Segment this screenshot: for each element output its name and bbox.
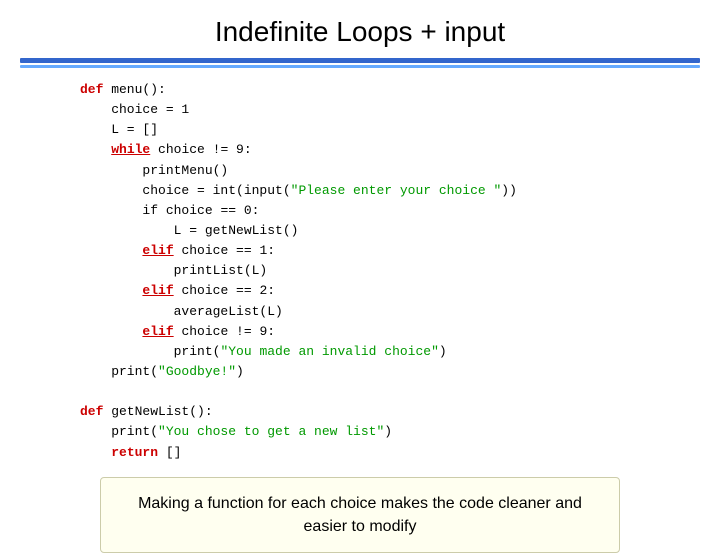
accent-bar-top: [20, 58, 700, 63]
note-box: Making a function for each choice makes …: [100, 477, 620, 553]
note-text: Making a function for each choice makes …: [121, 492, 599, 538]
accent-bar: [20, 58, 700, 68]
content-area: def menu(): choice = 1 L = [] while choi…: [20, 80, 700, 553]
accent-bar-bottom: [20, 65, 700, 68]
page-container: Indefinite Loops + input def menu(): cho…: [0, 0, 720, 540]
page-title: Indefinite Loops + input: [215, 16, 505, 48]
code-block: def menu(): choice = 1 L = [] while choi…: [20, 80, 700, 469]
